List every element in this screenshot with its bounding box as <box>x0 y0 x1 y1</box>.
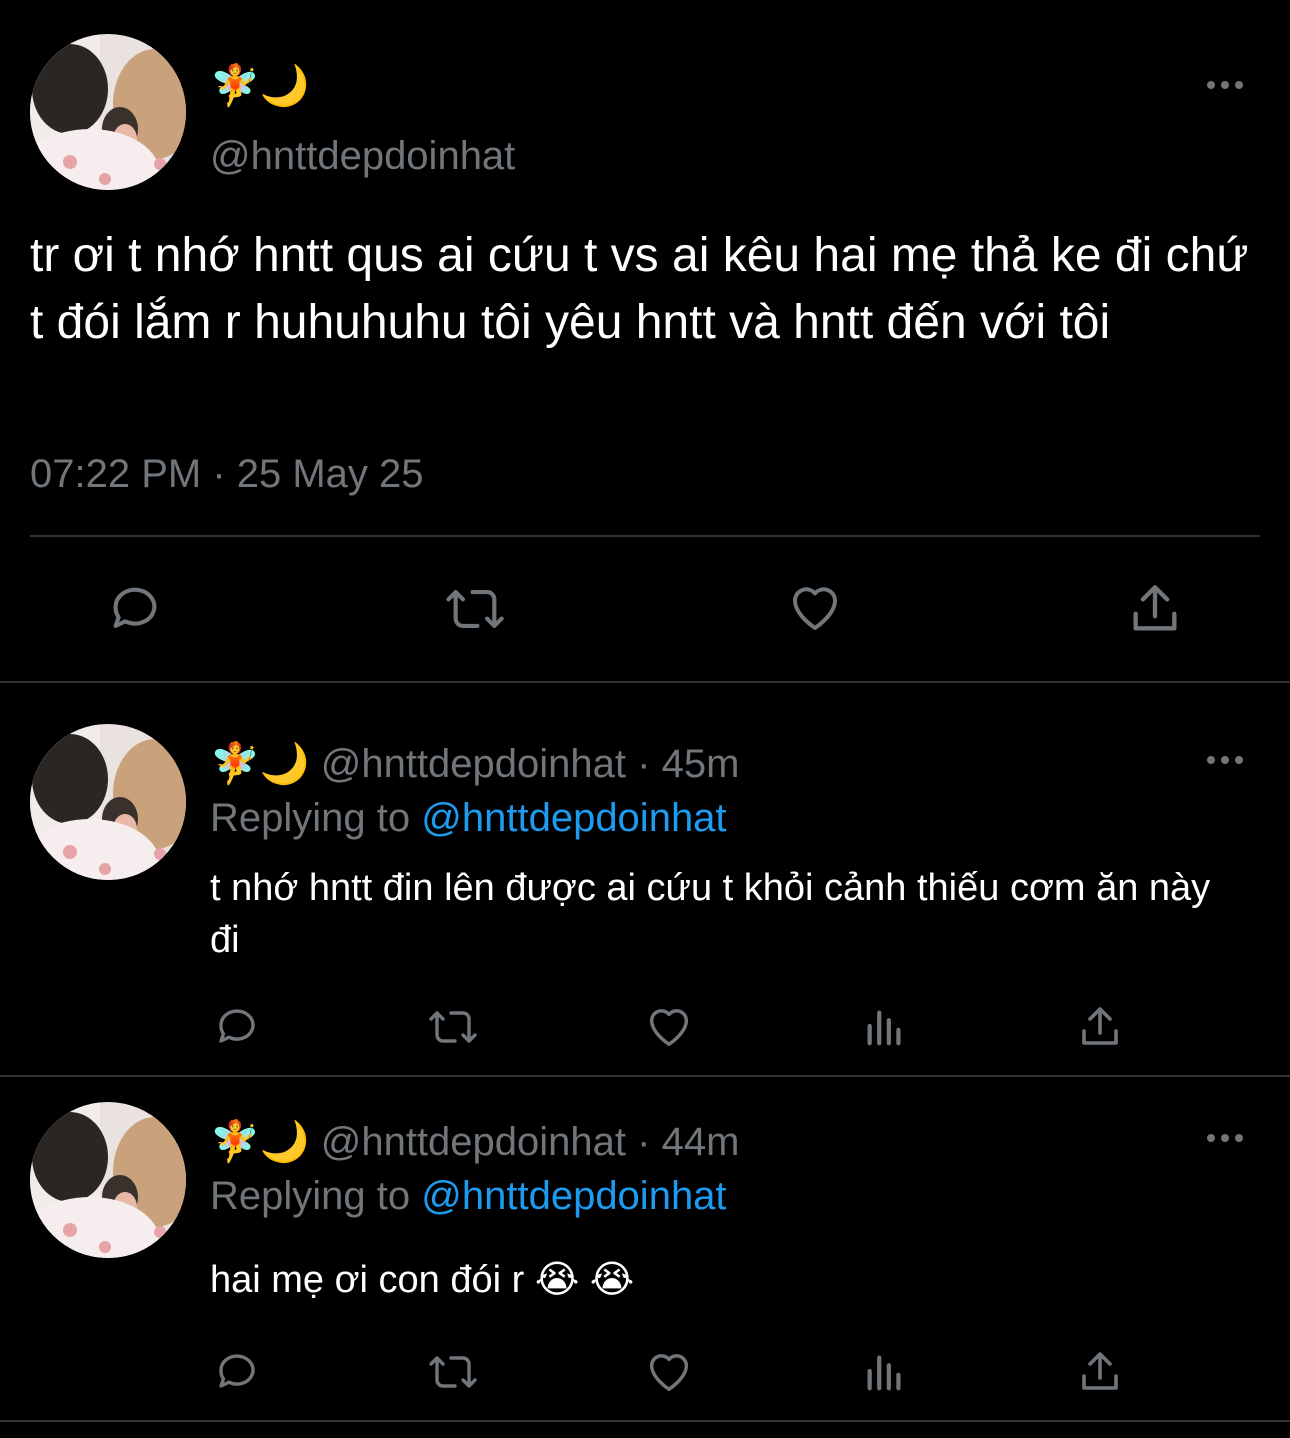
divider <box>0 681 1290 683</box>
replying-handle-link[interactable]: @hnttdepdoinhat <box>421 796 726 840</box>
replying-to: Replying to @hnttdepdoinhat <box>210 1174 727 1219</box>
tweet-timestamp[interactable]: 07:22 PM · 25 May 25 <box>30 452 424 497</box>
retweet-arrows-icon[interactable] <box>425 1348 481 1396</box>
reply-text: t nhớ hntt đin lên được ai cứu t khỏi cả… <box>210 867 1211 961</box>
replying-prefix: Replying to <box>210 1174 411 1218</box>
retweet-arrows-icon[interactable] <box>425 1003 481 1051</box>
display-name[interactable]: 🧚🌙 <box>210 1120 310 1164</box>
more-dots-icon[interactable] <box>1207 75 1247 95</box>
avatar[interactable] <box>30 724 186 880</box>
retweet-arrows-icon[interactable] <box>442 580 508 638</box>
handle[interactable]: @hnttdepdoinhat <box>210 134 515 179</box>
bar-chart-icon[interactable] <box>862 1348 908 1394</box>
tweet-age[interactable]: · 44m <box>637 1120 739 1164</box>
comment-bubble-icon[interactable] <box>213 1348 261 1396</box>
replying-handle-link[interactable]: @hnttdepdoinhat <box>421 1174 726 1218</box>
reply-text: hai mẹ ơi con đói r 😭 😭 <box>210 1259 635 1301</box>
avatar[interactable] <box>30 1102 186 1258</box>
divider <box>0 1075 1290 1077</box>
replying-to: Replying to @hnttdepdoinhat <box>210 796 727 841</box>
reply-header: 🧚🌙 @hnttdepdoinhat · 45m <box>210 740 739 787</box>
handle[interactable]: @hnttdepdoinhat <box>321 1120 626 1164</box>
heart-icon[interactable] <box>643 1346 695 1398</box>
comment-bubble-icon[interactable] <box>213 1003 261 1051</box>
display-name[interactable]: 🧚🌙 <box>210 742 310 786</box>
display-name[interactable]: 🧚🌙 <box>210 62 310 109</box>
share-upload-icon[interactable] <box>1076 1348 1124 1396</box>
more-dots-icon[interactable] <box>1207 750 1247 770</box>
bar-chart-icon[interactable] <box>862 1003 908 1049</box>
heart-icon[interactable] <box>785 578 845 638</box>
share-upload-icon[interactable] <box>1126 580 1184 638</box>
more-dots-icon[interactable] <box>1207 1128 1247 1148</box>
comment-bubble-icon[interactable] <box>106 580 164 638</box>
share-upload-icon[interactable] <box>1076 1003 1124 1051</box>
heart-icon[interactable] <box>643 1001 695 1053</box>
replying-prefix: Replying to <box>210 796 411 840</box>
handle[interactable]: @hnttdepdoinhat <box>321 742 626 786</box>
avatar[interactable] <box>30 34 186 190</box>
divider <box>0 1420 1290 1422</box>
reply-header: 🧚🌙 @hnttdepdoinhat · 44m <box>210 1118 739 1165</box>
tweet-age[interactable]: · 45m <box>637 742 739 786</box>
tweet-text: tr ơi t nhớ hntt qus ai cứu t vs ai kêu … <box>30 229 1249 349</box>
divider <box>30 535 1260 537</box>
